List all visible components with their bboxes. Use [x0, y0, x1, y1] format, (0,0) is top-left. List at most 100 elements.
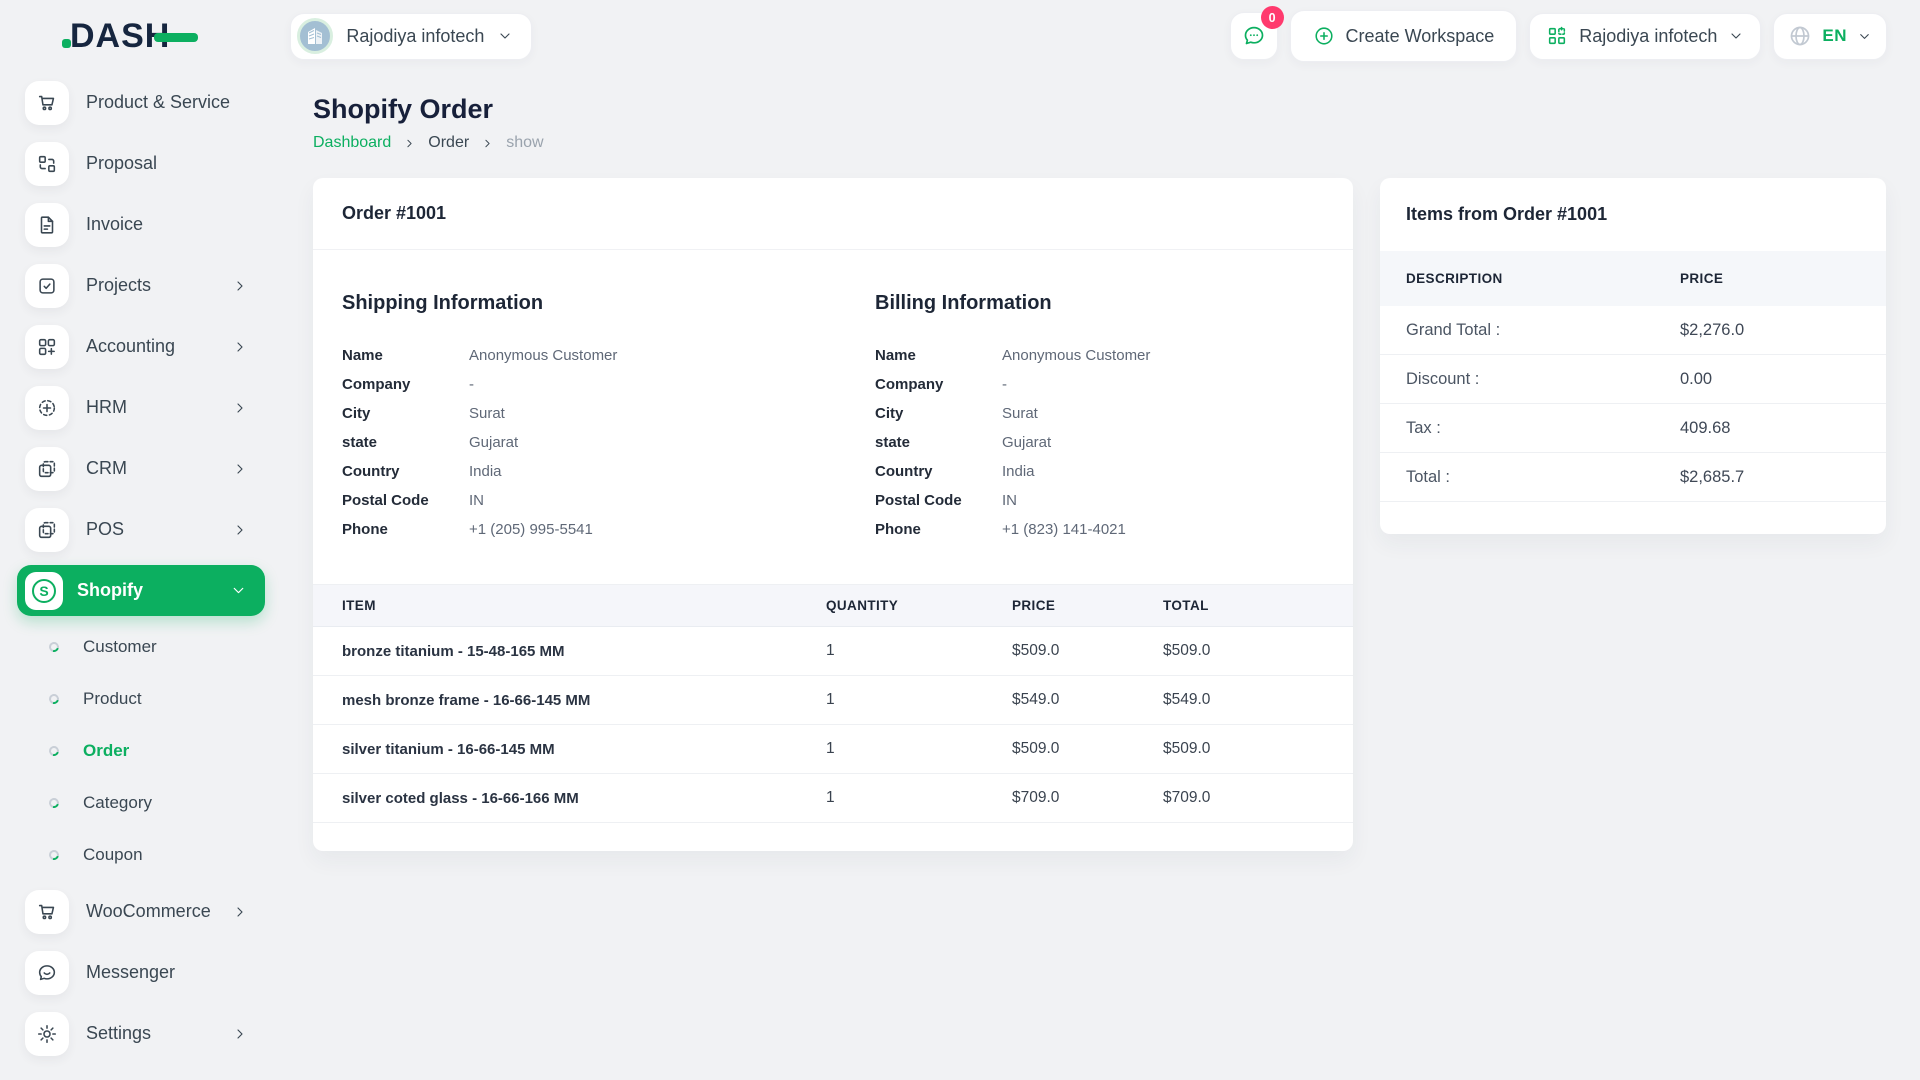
workspace-selector-label: Rajodiya infotech [346, 26, 484, 47]
sidebar-subitem-coupon[interactable]: Coupon [0, 829, 282, 881]
sidebar-item-label: HRM [86, 397, 127, 418]
chevron-right-icon [481, 137, 494, 150]
messages-button[interactable]: 0 [1230, 12, 1278, 60]
sidebar-subitem-category[interactable]: Category [0, 777, 282, 829]
page-title: Shopify Order [313, 94, 1886, 125]
globe-icon [1788, 24, 1812, 48]
breadcrumb-order: Order [428, 134, 469, 152]
billing-information: Billing Information NameAnonymous Custom… [875, 292, 1324, 544]
language-label: EN [1822, 26, 1847, 46]
sidebar-item-crm[interactable]: CRM [0, 438, 282, 499]
summary-row-discount: Discount : 0.00 [1380, 355, 1886, 404]
shopify-icon: S [25, 572, 63, 610]
workspace-selector[interactable]: Rajodiya infotech [290, 13, 532, 60]
table-row: mesh bronze frame - 16-66-145 MM 1 $549.… [313, 676, 1353, 725]
chevron-right-icon [232, 904, 248, 920]
sidebar-subitem-label: Customer [83, 637, 157, 657]
sidebar-subitem-label: Order [83, 741, 129, 761]
sidebar-item-label: Projects [86, 275, 151, 296]
sidebar-item-shopify-active[interactable]: S Shopify [17, 565, 265, 616]
create-workspace-button[interactable]: Create Workspace [1290, 10, 1518, 62]
sidebar-item-label: Settings [86, 1023, 151, 1044]
chevron-right-icon [232, 461, 248, 477]
topbar: DASH Rajodiya infotech 0 Create Workspac… [0, 0, 1920, 72]
chevron-down-icon [1728, 28, 1744, 44]
grid-plus-icon [25, 325, 69, 369]
order-card-title: Order #1001 [313, 178, 1353, 250]
chevron-right-icon [232, 1026, 248, 1042]
sidebar-item-label: Invoice [86, 214, 143, 235]
logo[interactable]: DASH [60, 17, 198, 56]
sidebar: Product & Service Proposal Invoice Proje… [0, 72, 282, 1080]
workspace-menu-label: Rajodiya infotech [1579, 26, 1717, 47]
chevron-right-icon [232, 400, 248, 416]
workspace-menu[interactable]: Rajodiya infotech [1529, 13, 1761, 60]
chat-bubble-icon [25, 951, 69, 995]
check-square-icon [25, 264, 69, 308]
sidebar-item-pos[interactable]: POS [0, 499, 282, 560]
bullet-icon [47, 848, 61, 862]
sidebar-item-invoice[interactable]: Invoice [0, 194, 282, 255]
sidebar-item-label: Shopify [77, 580, 143, 601]
chevron-down-icon [497, 28, 513, 44]
messages-badge: 0 [1261, 6, 1284, 29]
create-workspace-label: Create Workspace [1346, 26, 1495, 47]
chevron-down-icon [230, 582, 247, 599]
sidebar-item-accounting[interactable]: Accounting [0, 316, 282, 377]
gear-icon [25, 1012, 69, 1056]
sidebar-subitem-product[interactable]: Product [0, 673, 282, 725]
summary-row-grand-total: Grand Total : $2,276.0 [1380, 306, 1886, 355]
bullet-icon [47, 692, 61, 706]
sidebar-subitem-customer[interactable]: Customer [0, 621, 282, 673]
hrm-target-icon [25, 386, 69, 430]
sidebar-subitem-label: Product [83, 689, 142, 709]
overlap-squares-icon [25, 508, 69, 552]
grid-plus-icon [1546, 25, 1568, 47]
topbar-actions: 0 Create Workspace Rajodiya infotech EN [1230, 10, 1887, 62]
chevron-right-icon [232, 278, 248, 294]
sidebar-item-messenger[interactable]: Messenger [0, 942, 282, 1003]
sidebar-item-label: Proposal [86, 153, 157, 174]
summary-row-total: Total : $2,685.7 [1380, 453, 1886, 502]
breadcrumb: Dashboard Order show [313, 134, 1886, 152]
sidebar-item-product-service[interactable]: Product & Service [0, 72, 282, 133]
bullet-icon [47, 796, 61, 810]
order-items-table: ITEM QUANTITY PRICE TOTAL bronze titaniu… [313, 584, 1353, 851]
billing-heading: Billing Information [875, 292, 1324, 315]
table-row: silver coted glass - 16-66-166 MM 1 $709… [313, 774, 1353, 823]
breadcrumb-dashboard-link[interactable]: Dashboard [313, 134, 391, 152]
sidebar-item-label: WooCommerce [86, 901, 211, 922]
summary-table-header: DESCRIPTION PRICE [1380, 251, 1886, 306]
sidebar-item-settings[interactable]: Settings [0, 1003, 282, 1064]
language-selector[interactable]: EN [1773, 13, 1887, 60]
main-content: Shopify Order Dashboard Order show Order… [282, 72, 1920, 1080]
table-row: bronze titanium - 15-48-165 MM 1 $509.0 … [313, 627, 1353, 676]
sidebar-item-label: POS [86, 519, 124, 540]
sidebar-item-label: CRM [86, 458, 127, 479]
bullet-icon [47, 640, 61, 654]
plus-circle-icon [1313, 25, 1335, 47]
chevron-right-icon [232, 522, 248, 538]
cart-icon [25, 890, 69, 934]
order-summary-card: Items from Order #1001 DESCRIPTION PRICE… [1380, 178, 1886, 534]
sidebar-item-projects[interactable]: Projects [0, 255, 282, 316]
order-card: Order #1001 Shipping Information NameAno… [313, 178, 1353, 851]
chat-bubble-icon [1242, 24, 1266, 48]
summary-card-title: Items from Order #1001 [1380, 178, 1886, 251]
chevron-right-icon [232, 339, 248, 355]
sidebar-item-proposal[interactable]: Proposal [0, 133, 282, 194]
chevron-right-icon [403, 137, 416, 150]
invoice-icon [25, 203, 69, 247]
workspace-avatar [297, 18, 333, 54]
overlap-squares-icon [25, 447, 69, 491]
logo-dot-accent [62, 39, 71, 48]
sidebar-item-woocommerce[interactable]: WooCommerce [0, 881, 282, 942]
shipping-heading: Shipping Information [342, 292, 875, 315]
building-icon [303, 24, 327, 48]
sidebar-subitem-order-active[interactable]: Order [0, 725, 282, 777]
sidebar-item-label: Accounting [86, 336, 175, 357]
summary-row-tax: Tax : 409.68 [1380, 404, 1886, 453]
sidebar-item-hrm[interactable]: HRM [0, 377, 282, 438]
chevron-down-icon [1857, 29, 1872, 44]
shipping-information: Shipping Information NameAnonymous Custo… [342, 292, 875, 544]
